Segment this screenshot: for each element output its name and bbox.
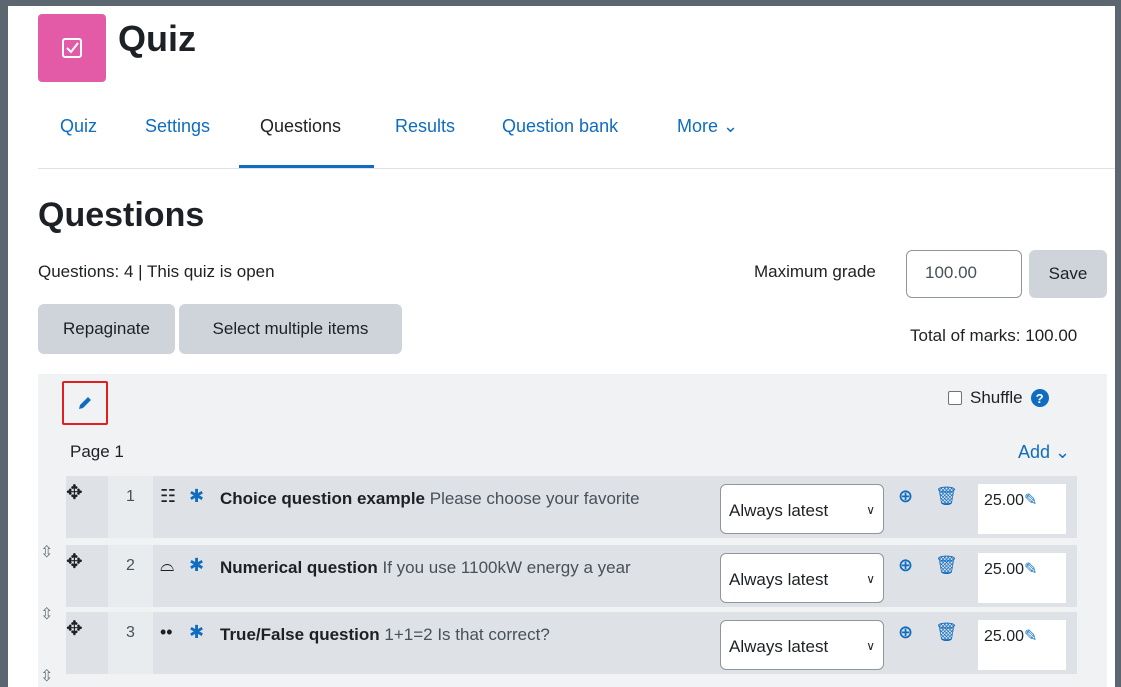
tab-questions[interactable]: Questions: [260, 116, 341, 137]
pencil-icon: ✎: [1024, 561, 1038, 578]
repaginate-button[interactable]: Repaginate: [38, 304, 175, 354]
move-icon[interactable]: ✥: [66, 549, 83, 574]
move-icon[interactable]: ✥: [66, 480, 83, 505]
tab-results[interactable]: Results: [395, 116, 455, 137]
preview-icon[interactable]: ⊕: [898, 486, 913, 507]
shuffle-label: Shuffle: [970, 388, 1023, 407]
version-select[interactable]: Always latest ∨: [720, 620, 884, 670]
max-mark[interactable]: 25.00✎: [978, 620, 1066, 670]
question-row: ✥ 2 ⌓ ✱ Numerical question If you use 11…: [66, 545, 1077, 607]
version-select-value: Always latest: [729, 637, 829, 656]
activity-title: Quiz: [118, 18, 196, 59]
gear-icon[interactable]: ✱: [189, 622, 204, 643]
window-frame-right: [1115, 0, 1121, 687]
gear-icon[interactable]: ✱: [189, 486, 204, 507]
max-mark[interactable]: 25.00✎: [978, 484, 1066, 534]
chevron-down-icon: ∨: [866, 503, 875, 517]
question-summary: If you use 1100kW energy a year: [382, 558, 631, 577]
chevron-down-icon: ∨: [866, 639, 875, 653]
version-select[interactable]: Always latest ∨: [720, 553, 884, 603]
page-break-icon[interactable]: ⇳: [40, 666, 53, 686]
page-title: Questions: [38, 196, 205, 234]
max-mark-value: 25.00: [984, 561, 1025, 578]
question-name: Numerical question: [220, 558, 378, 577]
question-text[interactable]: Numerical question If you use 1100kW ene…: [220, 558, 714, 578]
question-text[interactable]: True/False question 1+1=2 Is that correc…: [220, 625, 714, 645]
shuffle-checkbox[interactable]: [948, 391, 962, 405]
window-frame-top: [0, 0, 1121, 6]
pencil-icon: [79, 397, 91, 409]
active-tab-indicator: [239, 165, 374, 168]
maximum-grade-label: Maximum grade: [754, 262, 876, 281]
max-mark-value: 25.00: [984, 492, 1025, 509]
delete-icon[interactable]: 🗑: [935, 622, 958, 643]
save-button[interactable]: Save: [1029, 250, 1107, 298]
delete-icon[interactable]: 🗑: [935, 555, 958, 576]
edit-section-heading-button[interactable]: [62, 381, 108, 425]
question-row: ✥ 3 •• ✱ True/False question 1+1=2 Is th…: [66, 612, 1077, 674]
page-break-icon[interactable]: ⇳: [40, 542, 53, 562]
pencil-icon: ✎: [1024, 492, 1038, 509]
secondary-navigation: Quiz Settings Questions Results Question…: [38, 110, 1115, 169]
total-marks: Total of marks: 100.00: [910, 326, 1078, 345]
move-icon[interactable]: ✥: [66, 616, 83, 641]
help-icon[interactable]: ?: [1030, 389, 1049, 407]
maximum-grade-input[interactable]: 100.00: [906, 250, 1022, 298]
page-break-icon[interactable]: ⇳: [40, 604, 53, 624]
tab-more[interactable]: More ⌄: [677, 116, 738, 137]
chevron-down-icon: ∨: [866, 572, 875, 586]
delete-icon[interactable]: 🗑: [935, 486, 958, 507]
select-multiple-items-button[interactable]: Select multiple items: [179, 304, 402, 354]
max-mark-value: 25.00: [984, 628, 1025, 645]
page-label: Page 1: [70, 442, 124, 461]
gear-icon[interactable]: ✱: [189, 555, 204, 576]
question-number: 1: [108, 476, 153, 538]
window-frame-left: [0, 0, 8, 687]
quiz-status: Questions: 4 | This quiz is open: [38, 262, 275, 281]
checkbox-icon: [62, 38, 82, 58]
multichoice-icon: ☷: [160, 486, 177, 506]
question-number: 3: [108, 612, 153, 674]
numerical-icon: ⌓: [160, 555, 175, 575]
question-name: Choice question example: [220, 489, 425, 508]
preview-icon[interactable]: ⊕: [898, 555, 913, 576]
question-number: 2: [108, 545, 153, 607]
question-summary: 1+1=2 Is that correct?: [384, 625, 550, 644]
question-row: ✥ 1 ☷ ✱ Choice question example Please c…: [66, 476, 1077, 538]
add-menu[interactable]: Add ⌄: [1018, 442, 1070, 463]
tab-settings[interactable]: Settings: [145, 116, 210, 137]
shuffle-control: Shuffle ?: [948, 388, 1049, 408]
version-select-value: Always latest: [729, 501, 829, 520]
question-name: True/False question: [220, 625, 380, 644]
truefalse-icon: ••: [160, 622, 173, 642]
question-text[interactable]: Choice question example Please choose yo…: [220, 489, 714, 509]
question-summary: Please choose your favorite: [429, 489, 640, 508]
pencil-icon: ✎: [1024, 628, 1038, 645]
preview-icon[interactable]: ⊕: [898, 622, 913, 643]
max-mark[interactable]: 25.00✎: [978, 553, 1066, 603]
quiz-activity-icon: [38, 14, 106, 82]
tab-quiz[interactable]: Quiz: [60, 116, 97, 137]
version-select[interactable]: Always latest ∨: [720, 484, 884, 534]
tab-question-bank[interactable]: Question bank: [502, 116, 618, 137]
version-select-value: Always latest: [729, 570, 829, 589]
